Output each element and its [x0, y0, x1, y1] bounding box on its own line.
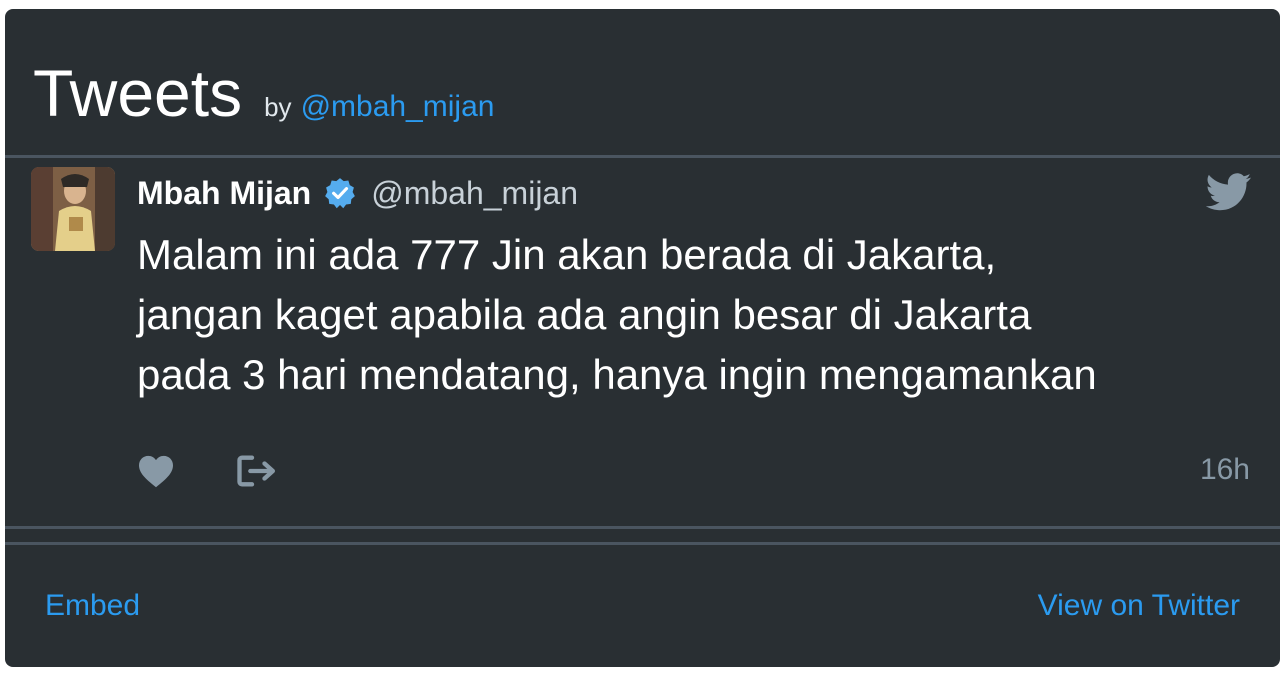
verified-badge-icon	[325, 178, 356, 209]
avatar[interactable]	[31, 167, 115, 251]
tweets-timeline-widget: Tweets by @mbah_mijan Mbah Mijan @mbah_m…	[5, 9, 1280, 667]
screen-name[interactable]: @mbah_mijan	[371, 175, 578, 212]
header-divider	[5, 155, 1280, 158]
twitter-bird-icon[interactable]	[1206, 173, 1252, 211]
tweet-author[interactable]: Mbah Mijan @mbah_mijan	[137, 171, 578, 215]
footer-divider-top	[5, 526, 1280, 529]
tweet-timestamp-link[interactable]: 16h	[1200, 453, 1250, 487]
share-icon[interactable]	[237, 454, 277, 488]
timeline-author-link[interactable]: @mbah_mijan	[301, 90, 495, 124]
display-name[interactable]: Mbah Mijan	[137, 175, 311, 212]
avatar-photo	[31, 167, 115, 251]
tweet-text-line: jangan kaget apabila ada angin besar di …	[137, 291, 1032, 338]
tweet-text: Malam ini ada 777 Jin akan berada di Jak…	[137, 225, 1247, 405]
view-on-twitter-link[interactable]: View on Twitter	[1038, 589, 1240, 623]
timeline-header: Tweets by @mbah_mijan	[33, 53, 494, 133]
tweet-actions	[137, 449, 277, 493]
timeline-by-label: by	[264, 92, 292, 122]
timeline-title: Tweets	[33, 56, 243, 130]
heart-icon[interactable]	[137, 454, 175, 488]
embed-link[interactable]: Embed	[45, 589, 140, 623]
tweet-text-line: pada 3 hari mendatang, hanya ingin menga…	[137, 351, 1097, 398]
footer-divider-bottom	[5, 542, 1280, 545]
tweet-text-line: Malam ini ada 777 Jin akan berada di Jak…	[137, 231, 997, 278]
